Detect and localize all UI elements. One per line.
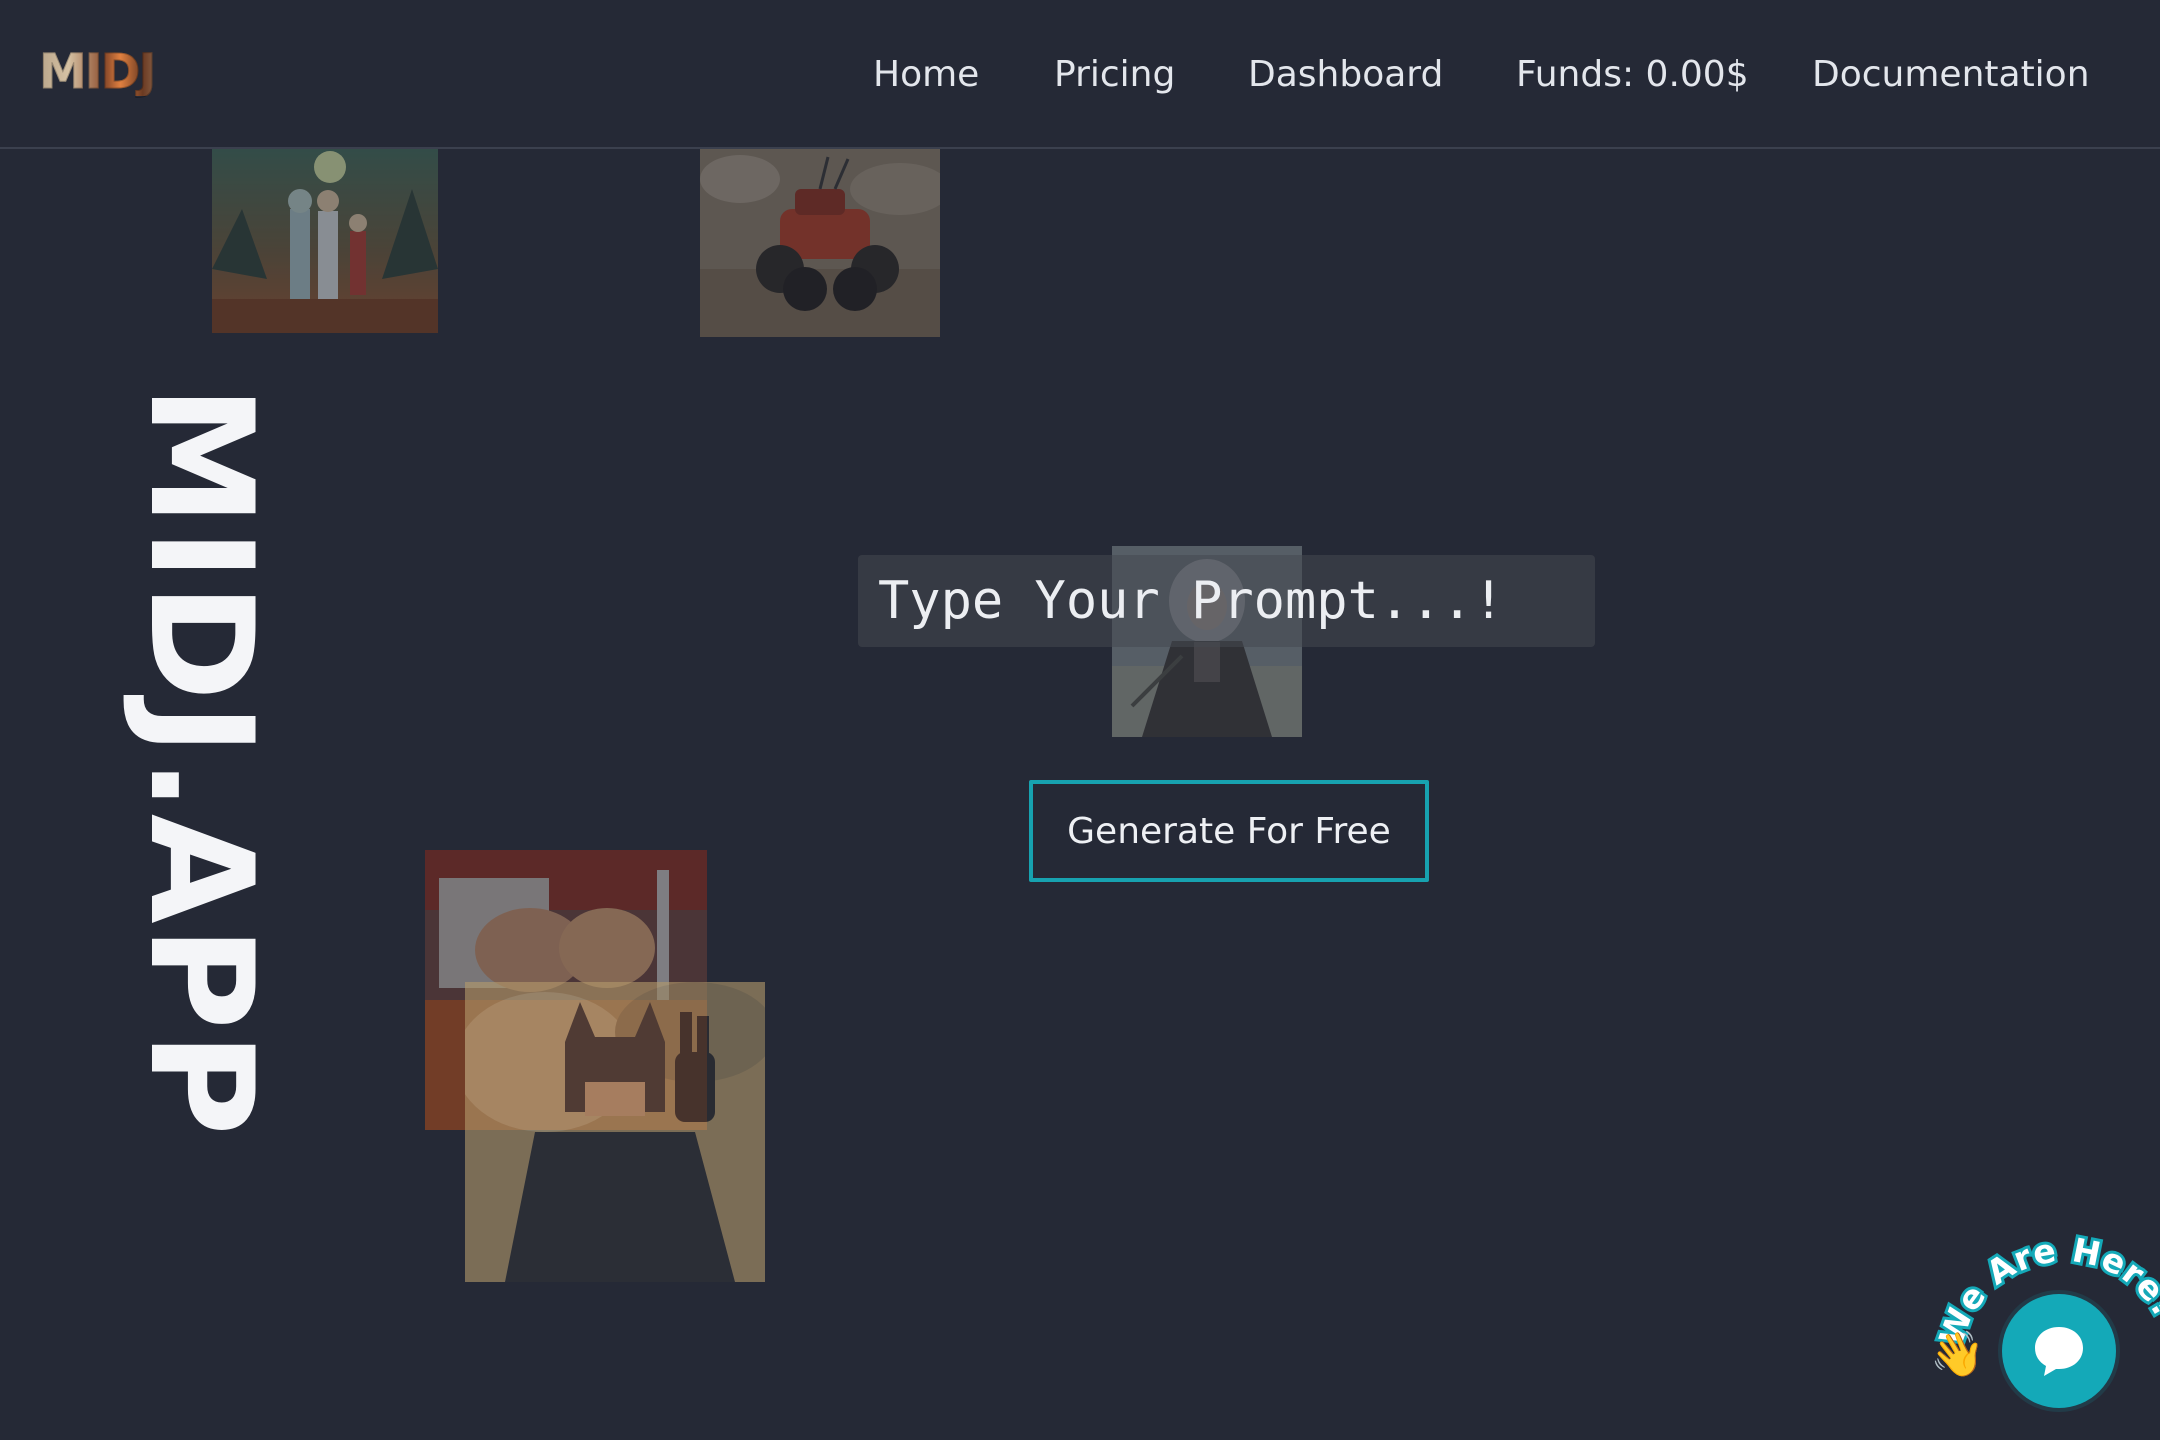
prompt-input[interactable] [858,555,1595,647]
chat-bubble-icon [2035,1327,2083,1376]
chat-widget: We Are Here! 👋 [1920,1220,2160,1440]
batman-image [465,982,765,1282]
site-logo[interactable]: MIDJ [39,48,187,97]
nav-documentation-link[interactable]: Documentation [1812,52,2090,98]
chat-open-button[interactable] [2002,1294,2116,1408]
vertical-brand-title: MIDJ.APP [110,385,290,1138]
toy-car-image [700,149,940,337]
generate-for-free-button[interactable]: Generate For Free [1029,780,1429,882]
top-navigation-bar: MIDJ Home Pricing Dashboard Funds: 0.00$… [0,0,2160,149]
waving-hand-icon: 👋 [1930,1329,1985,1380]
nav-pricing-link[interactable]: Pricing [1054,52,1175,98]
cartoon-characters-image [212,149,438,333]
brand-title-text: MIDJ.APP [118,385,283,1138]
nav-funds-link[interactable]: Funds: 0.00$ [1516,52,1749,98]
nav-dashboard-link[interactable]: Dashboard [1248,52,1443,98]
nav-home-link[interactable]: Home [873,52,979,98]
